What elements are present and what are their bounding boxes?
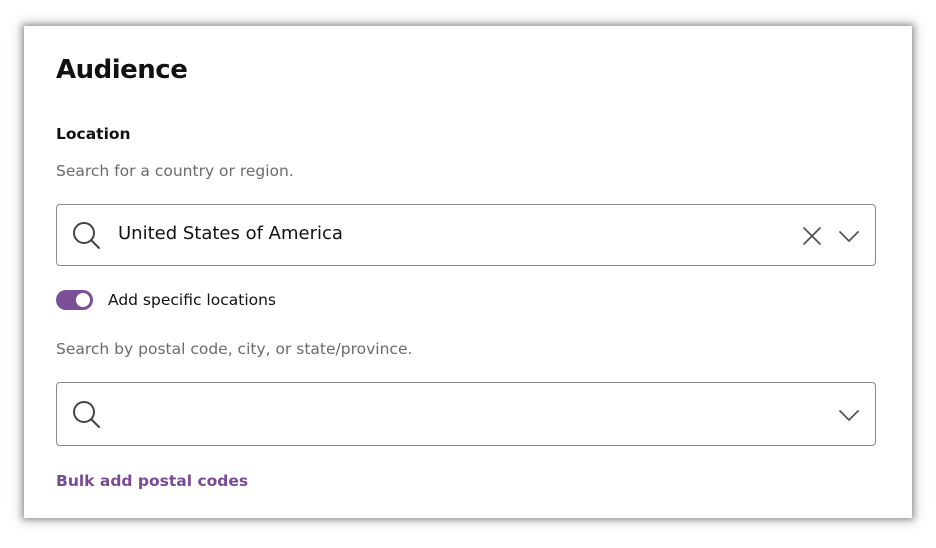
specific-locations-label: Add specific locations bbox=[108, 291, 277, 309]
location-label: Location bbox=[56, 125, 131, 143]
bulk-add-postal-codes-link[interactable]: Bulk add postal codes bbox=[56, 472, 248, 490]
location-hint: Search for a country or region. bbox=[56, 162, 294, 180]
chevron-down-icon[interactable] bbox=[837, 224, 861, 248]
specific-locations-row: Add specific locations bbox=[56, 288, 276, 312]
specific-locations-input[interactable] bbox=[118, 403, 718, 424]
toggle-knob bbox=[76, 293, 90, 307]
close-icon[interactable] bbox=[801, 225, 823, 247]
audience-card: Audience Location Search for a country o… bbox=[24, 26, 912, 518]
specific-locations-hint: Search by postal code, city, or state/pr… bbox=[56, 340, 413, 358]
search-icon bbox=[73, 401, 100, 428]
chevron-down-icon[interactable] bbox=[837, 403, 861, 427]
specific-locations-search-field[interactable] bbox=[56, 382, 876, 446]
location-search-field[interactable] bbox=[56, 204, 876, 266]
location-input[interactable] bbox=[118, 223, 718, 244]
search-icon bbox=[73, 222, 100, 249]
specific-locations-toggle[interactable] bbox=[56, 290, 93, 310]
page-title: Audience bbox=[56, 55, 188, 85]
